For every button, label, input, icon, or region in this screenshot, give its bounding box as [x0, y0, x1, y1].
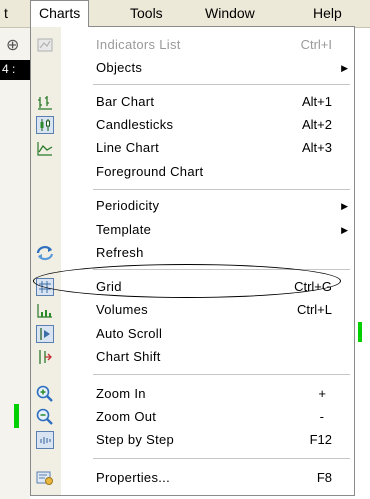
menubar-item-help[interactable]: Help — [313, 0, 342, 27]
menu-item-label: Periodicity — [96, 198, 160, 213]
menu-separator — [93, 458, 350, 459]
menubar: t Charts Tools Window Help — [0, 0, 370, 28]
menu-item-grid[interactable]: Grid Ctrl+G — [31, 276, 354, 298]
menu-item-shortcut: Ctrl+I — [300, 37, 332, 52]
menu-item-zoom-out[interactable]: Zoom Out - — [31, 406, 354, 428]
candlesticks-icon — [36, 116, 54, 134]
menu-item-shortcut: + — [318, 386, 326, 401]
zoom-in-icon — [36, 385, 54, 403]
grid-icon — [36, 278, 54, 296]
menu-item-shortcut: Alt+3 — [302, 140, 332, 155]
menu-item-periodicity[interactable]: Periodicity ▶ — [31, 195, 354, 217]
menu-item-indicators-list[interactable]: Indicators List Ctrl+I — [31, 34, 354, 56]
menu-item-label: Zoom Out — [96, 409, 157, 424]
crosshair-icon[interactable]: ⊕ — [6, 35, 19, 55]
chart-shift-icon — [36, 348, 54, 366]
menu-item-chart-shift[interactable]: Chart Shift — [31, 346, 354, 368]
menu-item-label: Zoom In — [96, 386, 146, 401]
menu-item-label: Step by Step — [96, 432, 175, 447]
menu-item-label: Objects — [96, 60, 143, 75]
menu-item-template[interactable]: Template ▶ — [31, 219, 354, 241]
chart-area-fragment: 4 : — [0, 60, 32, 80]
menu-item-properties[interactable]: Properties... F8 — [31, 467, 354, 489]
left-toolbar: ⊕ — [0, 28, 30, 499]
menu-item-label: Chart Shift — [96, 349, 161, 364]
menu-item-foreground-chart[interactable]: Foreground Chart — [31, 161, 354, 183]
menu-item-shortcut: - — [319, 409, 324, 424]
toolbar-fragment-text: 4 : — [2, 62, 16, 76]
menu-item-shortcut: Alt+1 — [302, 94, 332, 109]
candle-mark — [358, 322, 362, 342]
menu-item-label: Refresh — [96, 245, 144, 260]
properties-icon — [36, 469, 54, 487]
menu-item-objects[interactable]: Objects ▶ — [31, 57, 354, 79]
submenu-arrow-icon: ▶ — [341, 225, 348, 235]
menu-separator — [93, 84, 350, 85]
menu-item-label: Auto Scroll — [96, 326, 163, 341]
menu-item-line-chart[interactable]: Line Chart Alt+3 — [31, 137, 354, 159]
menu-separator — [93, 269, 350, 270]
zoom-out-icon — [36, 408, 54, 426]
menu-item-label: Volumes — [96, 302, 148, 317]
line-chart-icon — [36, 139, 54, 157]
menu-item-label: Candlesticks — [96, 117, 174, 132]
submenu-arrow-icon: ▶ — [341, 201, 348, 211]
menu-separator — [93, 189, 350, 190]
submenu-arrow-icon: ▶ — [341, 63, 348, 73]
menu-item-shortcut: Alt+2 — [302, 117, 332, 132]
menubar-item-tools[interactable]: Tools — [130, 0, 163, 27]
volumes-icon — [36, 301, 54, 319]
menubar-item-chart-partial[interactable]: t — [4, 0, 8, 27]
menu-item-label: Template — [96, 222, 152, 237]
menu-item-zoom-in[interactable]: Zoom In + — [31, 383, 354, 405]
candle-mark — [14, 404, 19, 428]
menu-separator — [93, 374, 350, 375]
menu-item-candlesticks[interactable]: Candlesticks Alt+2 — [31, 114, 354, 136]
menu-item-refresh[interactable]: Refresh — [31, 242, 354, 264]
menu-item-label: Foreground Chart — [96, 164, 204, 179]
menu-item-volumes[interactable]: Volumes Ctrl+L — [31, 299, 354, 321]
menu-item-shortcut: F8 — [316, 470, 332, 485]
menubar-item-charts[interactable]: Charts — [30, 0, 90, 27]
menu-item-shortcut: F12 — [309, 432, 332, 447]
menu-item-step-by-step[interactable]: Step by Step F12 — [31, 429, 354, 451]
menu-item-label: Indicators List — [96, 37, 181, 52]
menu-item-bar-chart[interactable]: Bar Chart Alt+1 — [31, 91, 354, 113]
step-by-step-icon — [36, 431, 54, 449]
bar-chart-icon — [36, 93, 54, 111]
charts-menu: Indicators List Ctrl+I Objects ▶ Bar Cha… — [30, 26, 355, 496]
menu-item-shortcut: Ctrl+L — [296, 302, 332, 317]
refresh-icon — [36, 244, 54, 262]
menu-item-label: Bar Chart — [96, 94, 155, 109]
auto-scroll-icon — [36, 325, 54, 343]
menubar-item-window[interactable]: Window — [205, 0, 255, 27]
menu-item-label: Grid — [96, 279, 122, 294]
menu-item-label: Line Chart — [96, 140, 159, 155]
indicators-list-icon — [36, 36, 54, 54]
menu-item-auto-scroll[interactable]: Auto Scroll — [31, 323, 354, 345]
menu-item-shortcut: Ctrl+G — [294, 279, 332, 294]
menu-item-label: Properties... — [96, 470, 170, 485]
